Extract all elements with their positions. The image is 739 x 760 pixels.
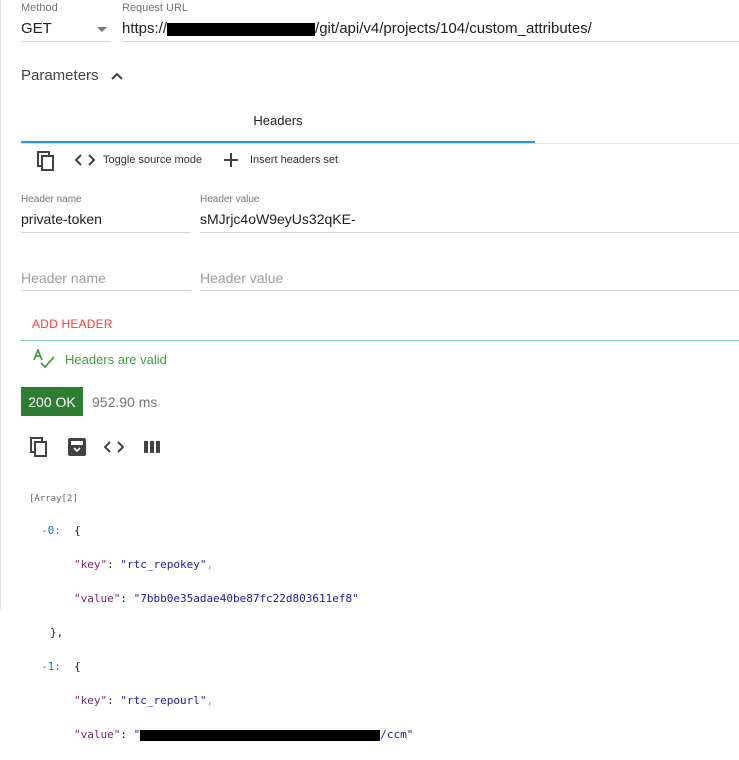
method-select[interactable]: GET [21,16,111,42]
header-name-label: Header name [21,194,82,205]
insert-headers-set-button[interactable]: Insert headers set [224,153,338,167]
tab-headers[interactable]: Headers [21,107,535,143]
validity-divider [21,340,739,341]
header-name-input[interactable]: private-token [21,206,191,233]
json-line: "value": "7bbb0e35adae40be87fc22d803611e… [74,592,359,605]
validity-status: Headers are valid [33,349,167,369]
toggle-source-mode-label: Toggle source mode [103,154,203,166]
json-line: "key": "rtc_repourl", [74,694,214,707]
parameters-toggle[interactable]: Parameters [21,67,123,84]
header-value-input[interactable]: sMJrjc4oW9eyUs32qKE- [200,206,739,233]
response-code-icon[interactable] [103,440,125,459]
chevron-up-icon [110,72,123,80]
add-header-button[interactable]: ADD HEADER [32,317,113,331]
empty-header-name-input[interactable]: Header name [21,264,191,291]
url-suffix: /git/api/v4/projects/104/custom_attribut… [315,20,592,37]
tab-bar: Headers [21,107,739,144]
url-input[interactable]: https:// /git/api/v4/projects/104/custom_… [122,16,739,42]
json-index-0: -0: [41,524,61,537]
response-time: 952.90 ms [92,394,158,410]
json-line: "value": "/ccm" [74,728,414,741]
plus-icon [224,153,238,167]
chevron-down-icon [97,27,107,33]
json-array-type: [Array[2] [29,494,78,504]
insert-headers-set-label: Insert headers set [250,154,339,166]
json-item-0-header[interactable]: -0: { [29,522,413,539]
parameters-label: Parameters [21,67,99,84]
header-value-value: sMJrjc4oW9eyUs32qKE- [200,211,356,227]
method-label: Method [21,2,58,14]
toggle-source-mode-button[interactable]: Toggle source mode [75,153,202,167]
columns-icon[interactable] [144,440,161,459]
spellcheck-icon [33,349,55,369]
json-open-brace: { [74,524,81,537]
redacted-url [140,729,381,741]
redacted-host [167,22,316,36]
empty-header-value-placeholder: Header value [200,270,284,286]
tab-headers-label: Headers [253,113,303,128]
json-viewer: [Array[2] -0: { "key": "rtc_repokey", "v… [29,476,413,760]
url-prefix: https:// [122,20,168,37]
header-value-label: Header value [200,194,260,205]
method-value: GET [21,20,52,37]
tab-indicator [21,141,535,143]
response-copy-icon[interactable] [30,437,48,462]
validity-message: Headers are valid [65,351,167,367]
json-line: "key": "rtc_repokey", [74,558,214,571]
json-close-brace: }, [50,626,64,639]
url-label: Request URL [122,2,189,14]
empty-header-value-input[interactable]: Header value [200,264,739,291]
header-name-value: private-token [21,211,102,227]
left-border [0,0,1,609]
json-item-1-header[interactable]: -1: { [29,658,413,675]
save-icon[interactable] [68,438,86,461]
code-icon [75,153,95,167]
empty-header-name-placeholder: Header name [21,270,106,286]
status-badge: 200 OK [21,387,83,416]
json-index-1: -1: [41,660,61,673]
json-open-brace: { [74,660,81,673]
copy-icon[interactable] [37,151,55,176]
